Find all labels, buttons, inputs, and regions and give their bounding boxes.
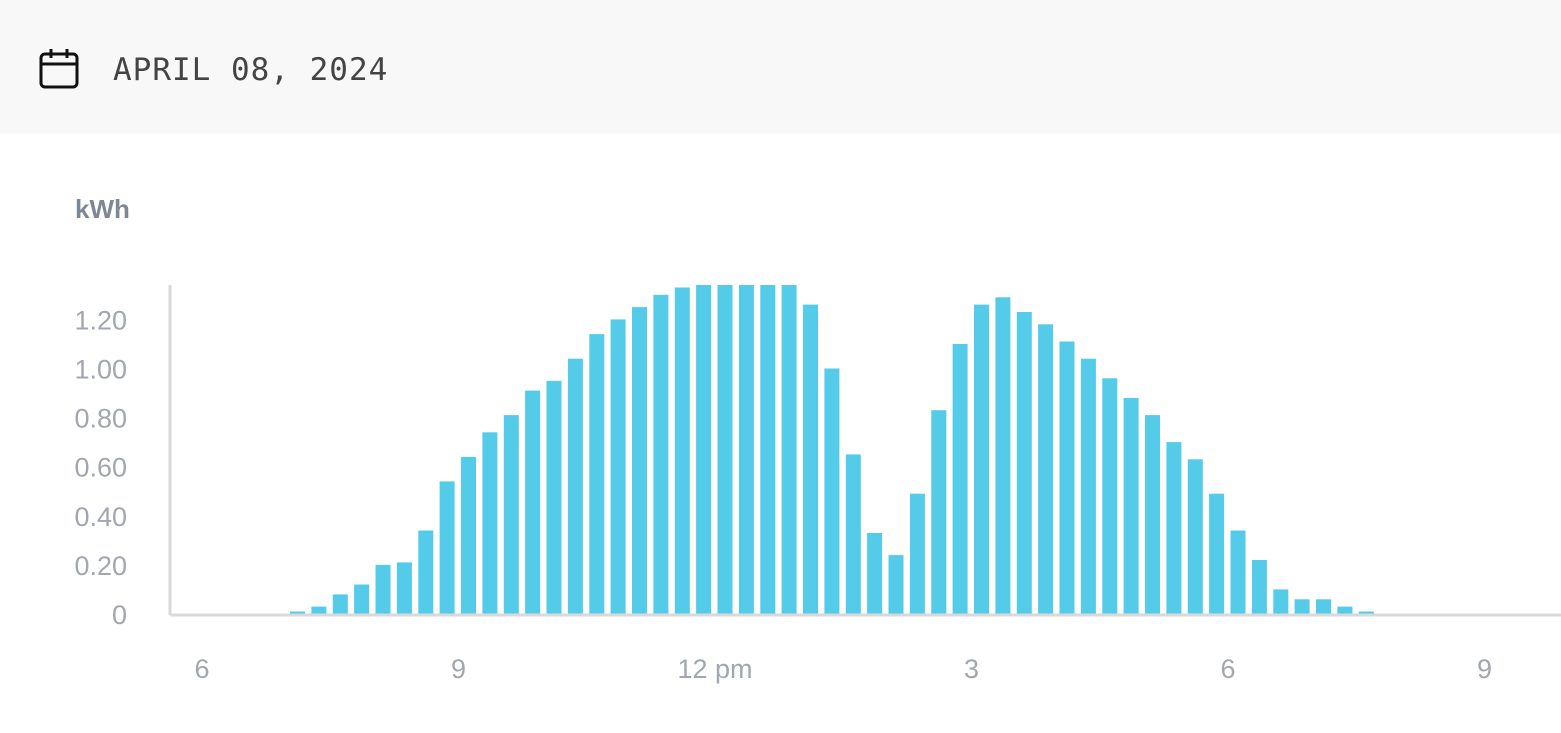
bar[interactable] [1337,606,1353,614]
x-tick-label: 6 [194,654,209,684]
bar[interactable] [482,432,498,614]
bar[interactable] [439,481,455,614]
bar[interactable] [781,285,797,614]
x-tick-label: 6 [1220,654,1235,684]
bar[interactable] [567,358,583,614]
y-tick-labels: 0 0.20 0.40 0.60 0.80 1.00 1.20 [74,305,127,630]
bar[interactable] [632,307,647,614]
bar[interactable] [1316,599,1331,614]
bar[interactable] [1273,589,1289,614]
bar[interactable] [1251,560,1267,614]
bar[interactable] [717,285,733,614]
bar[interactable] [803,304,818,614]
bar[interactable] [1145,415,1160,614]
bar[interactable] [760,285,776,614]
bar[interactable] [1102,378,1118,614]
bar[interactable] [461,456,476,614]
bar[interactable] [867,533,883,614]
bar[interactable] [1123,397,1139,614]
y-tick-label: 0.60 [74,453,127,483]
x-tick-label: 12 pm [677,654,752,684]
bar[interactable] [974,304,989,614]
bar[interactable] [354,584,370,615]
bar[interactable] [696,285,712,614]
bar[interactable] [1294,599,1310,614]
x-tick-label: 9 [1477,654,1492,684]
bar[interactable] [738,285,754,614]
y-tick-label: 0.80 [74,404,127,434]
x-tick-labels: 6 9 12 pm 3 6 9 [194,654,1492,684]
bar[interactable] [546,380,562,614]
x-tick-label: 9 [451,654,466,684]
bar[interactable] [1230,530,1246,615]
x-tick-label: 3 [964,654,979,684]
bar[interactable] [845,454,861,614]
bar[interactable] [503,415,519,614]
bar[interactable] [674,287,690,615]
bar[interactable] [1038,324,1054,614]
y-tick-label: 1.00 [74,355,127,385]
energy-bar-chart: 0 0.20 0.40 0.60 0.80 1.00 1.20 6 9 12 pm 3 6 9 [74,285,1561,684]
bar[interactable] [375,564,391,614]
bar[interactable] [525,390,541,614]
bar[interactable] [653,294,669,614]
y-tick-label: 0 [112,600,127,630]
bar[interactable] [888,555,904,614]
bar[interactable] [824,368,840,615]
bar[interactable] [1016,312,1032,614]
bars-group [290,285,1374,614]
bar[interactable] [610,319,626,614]
bar[interactable] [1187,459,1203,614]
bar[interactable] [418,530,434,615]
bar[interactable] [931,410,947,614]
bar[interactable] [332,594,348,614]
bar[interactable] [909,493,925,614]
y-tick-label: 1.20 [74,305,127,335]
bar[interactable] [1166,442,1182,614]
bar[interactable] [1080,358,1096,614]
bar[interactable] [1209,493,1225,614]
bar[interactable] [311,606,327,614]
y-tick-label: 0.40 [74,502,127,532]
bar[interactable] [396,562,412,614]
bar[interactable] [952,343,968,614]
y-tick-label: 0.20 [74,551,127,581]
bar[interactable] [995,297,1011,614]
bar[interactable] [1059,341,1075,615]
bar[interactable] [589,334,605,614]
